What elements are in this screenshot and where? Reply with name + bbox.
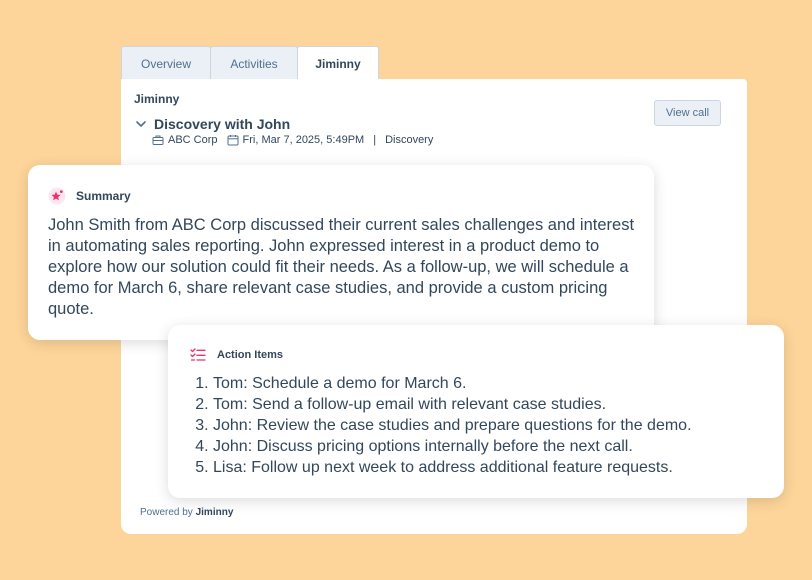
meeting-meta: ABC Corp Fri, Mar 7, 2025, 5:49PM | Disc… (152, 134, 433, 146)
action-item: Lisa: Follow up next week to address add… (213, 457, 692, 478)
summary-header: Summary (48, 187, 131, 205)
action-items-card: Action Items Tom: Schedule a demo for Ma… (168, 325, 784, 498)
briefcase-icon (152, 135, 164, 145)
meeting-stage: Discovery (385, 134, 434, 146)
action-item: John: Discuss pricing options internally… (213, 436, 692, 457)
summary-text: John Smith from ABC Corp discussed their… (48, 216, 635, 318)
powered-brand: Jiminny (195, 507, 234, 518)
action-item: John: Review the case studies and prepar… (213, 415, 692, 436)
powered-by: Powered by Jiminny (140, 507, 233, 518)
view-call-button[interactable]: View call (654, 100, 721, 126)
panel-title: Jiminny (134, 92, 180, 106)
tab-bar: Overview Activities Jiminny (121, 46, 379, 80)
meeting-datetime: Fri, Mar 7, 2025, 5:49PM (242, 134, 365, 146)
action-item: Tom: Schedule a demo for March 6. (213, 373, 692, 394)
calendar-icon (227, 135, 239, 146)
sparkle-star-icon (48, 187, 66, 205)
action-items-header: Action Items (190, 347, 283, 363)
meta-separator: | (373, 134, 377, 146)
action-items-label: Action Items (217, 349, 284, 361)
meeting-header[interactable]: Discovery with John (134, 116, 290, 132)
company-name: ABC Corp (168, 134, 218, 146)
tab-activities[interactable]: Activities (210, 46, 298, 80)
meeting-title: Discovery with John (154, 116, 291, 132)
powered-prefix: Powered by (140, 507, 193, 518)
tab-jiminny[interactable]: Jiminny (297, 46, 379, 80)
chevron-down-icon[interactable] (134, 117, 148, 131)
action-item: Tom: Send a follow-up email with relevan… (213, 394, 692, 415)
summary-label: Summary (76, 189, 131, 203)
checklist-icon (190, 348, 206, 361)
summary-card: Summary John Smith from ABC Corp discuss… (28, 165, 654, 340)
action-items-list: Tom: Schedule a demo for March 6. Tom: S… (196, 373, 692, 478)
tab-overview[interactable]: Overview (121, 46, 211, 80)
